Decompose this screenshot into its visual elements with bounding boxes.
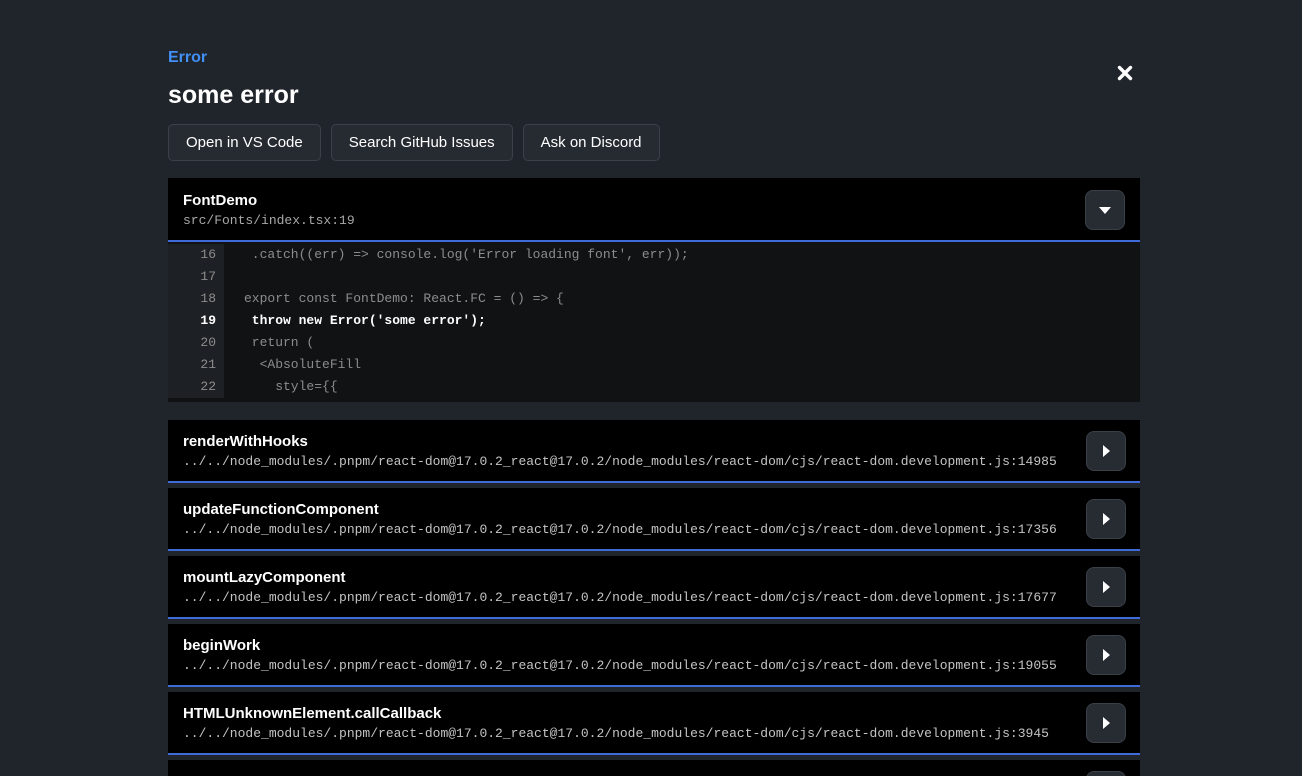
stack-frame-name: beginWork — [183, 637, 1070, 655]
chevron-down-icon — [1098, 205, 1112, 215]
line-text: style={{ — [224, 376, 1140, 398]
code-frame-header: FontDemo src/Fonts/index.tsx:19 — [168, 178, 1140, 242]
expand-frame-button[interactable] — [1086, 567, 1126, 607]
play-icon — [1101, 648, 1111, 662]
action-buttons: Open in VS Code Search GitHub Issues Ask… — [168, 124, 1140, 161]
collapse-code-button[interactable] — [1085, 190, 1125, 230]
close-button[interactable] — [1110, 58, 1140, 88]
play-icon — [1101, 580, 1111, 594]
stack-frame-path: ../../node_modules/.pnpm/react-dom@17.0.… — [183, 454, 1070, 470]
open-in-vscode-button[interactable]: Open in VS Code — [168, 124, 321, 161]
play-icon — [1101, 716, 1111, 730]
stack-frame-name: HTMLUnknownElement.callCallback — [183, 705, 1070, 723]
line-number: 16 — [168, 244, 224, 266]
expand-frame-button[interactable] — [1086, 499, 1126, 539]
stack-trace-list: renderWithHooks ../../node_modules/.pnpm… — [168, 420, 1140, 776]
line-text: return ( — [224, 332, 1140, 354]
code-block: 16 .catch((err) => console.log('Error lo… — [168, 242, 1140, 402]
play-icon — [1101, 512, 1111, 526]
code-line: 16 .catch((err) => console.log('Error lo… — [168, 244, 1140, 266]
stack-frame-path: ../../node_modules/.pnpm/react-dom@17.0.… — [183, 590, 1070, 606]
expand-frame-button[interactable] — [1086, 771, 1126, 776]
play-icon — [1101, 444, 1111, 458]
code-frame-title: FontDemo — [183, 191, 1124, 210]
code-line: 22 style={{ — [168, 376, 1140, 398]
line-text — [224, 266, 1140, 288]
code-frame-location: src/Fonts/index.tsx:19 — [183, 213, 1124, 229]
code-line: 21 <AbsoluteFill — [168, 354, 1140, 376]
stack-frame: beginWork ../../node_modules/.pnpm/react… — [168, 624, 1140, 687]
code-line: 19 throw new Error('some error'); — [168, 310, 1140, 332]
stack-frame-name: renderWithHooks — [183, 433, 1070, 451]
stack-frame: HTMLUnknownElement.callCallback ../../no… — [168, 692, 1140, 755]
expand-frame-button[interactable] — [1086, 431, 1126, 471]
stack-frame-path: ../../node_modules/.pnpm/react-dom@17.0.… — [183, 726, 1070, 742]
line-text: <AbsoluteFill — [224, 354, 1140, 376]
error-type-label: Error — [168, 48, 1140, 68]
line-number: 17 — [168, 266, 224, 288]
code-line: 18 export const FontDemo: React.FC = () … — [168, 288, 1140, 310]
stack-frame-path: ../../node_modules/.pnpm/react-dom@17.0.… — [183, 522, 1070, 538]
code-line: 20 return ( — [168, 332, 1140, 354]
stack-frame-name: updateFunctionComponent — [183, 501, 1070, 519]
stack-frame-name: mountLazyComponent — [183, 569, 1070, 587]
line-text: .catch((err) => console.log('Error loadi… — [224, 244, 1140, 266]
stack-frame — [168, 760, 1140, 776]
line-number: 18 — [168, 288, 224, 310]
stack-frame: renderWithHooks ../../node_modules/.pnpm… — [168, 420, 1140, 483]
stack-frame-path: ../../node_modules/.pnpm/react-dom@17.0.… — [183, 658, 1070, 674]
expand-frame-button[interactable] — [1086, 703, 1126, 743]
line-number: 21 — [168, 354, 224, 376]
line-number: 22 — [168, 376, 224, 398]
error-message: some error — [168, 80, 1140, 110]
line-number: 20 — [168, 332, 224, 354]
stack-frame: updateFunctionComponent ../../node_modul… — [168, 488, 1140, 551]
code-frame: FontDemo src/Fonts/index.tsx:19 16 .catc… — [168, 178, 1140, 402]
line-text: export const FontDemo: React.FC = () => … — [224, 288, 1140, 310]
ask-on-discord-button[interactable]: Ask on Discord — [523, 124, 660, 161]
expand-frame-button[interactable] — [1086, 635, 1126, 675]
stack-frame: mountLazyComponent ../../node_modules/.p… — [168, 556, 1140, 619]
search-github-issues-button[interactable]: Search GitHub Issues — [331, 124, 513, 161]
line-text: throw new Error('some error'); — [224, 310, 1140, 332]
code-line: 17 — [168, 266, 1140, 288]
line-number: 19 — [168, 310, 224, 332]
error-overlay: Error some error Open in VS Code Search … — [168, 0, 1140, 776]
close-icon — [1117, 65, 1133, 81]
